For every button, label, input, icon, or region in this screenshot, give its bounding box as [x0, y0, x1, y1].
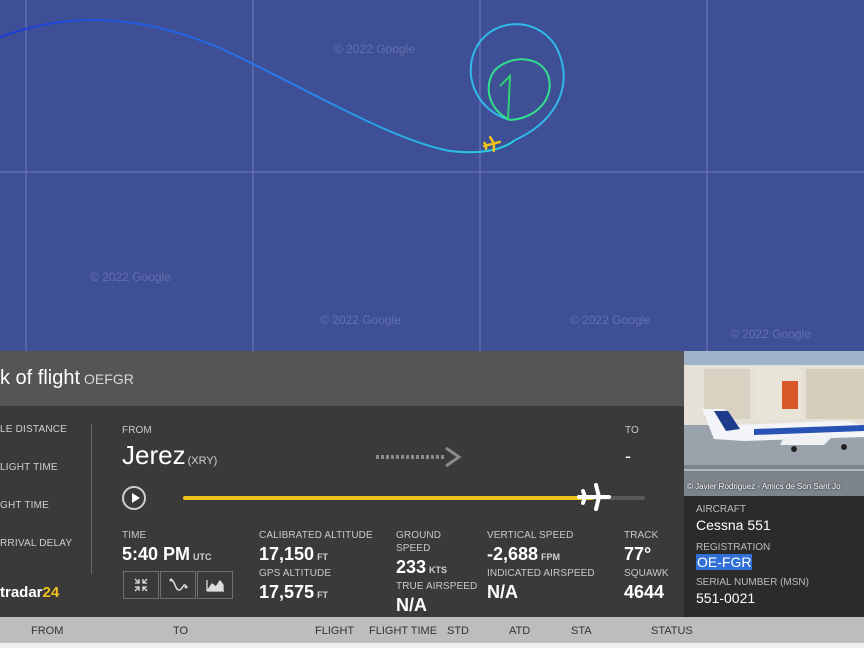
map-watermark: © 2022 Google [320, 313, 401, 327]
time-value-text: 5:40 PM [122, 544, 191, 564]
ground-speed-label: GROUND [396, 530, 442, 541]
vertical-speed-value: -2,688 FPM [487, 544, 560, 565]
left-label-flight-time: LIGHT TIME [0, 462, 58, 473]
to-city[interactable]: - [625, 446, 631, 467]
map-canvas [0, 0, 864, 351]
ground-speed-unit: KTS [429, 565, 448, 575]
column-header-atd[interactable]: ATD [509, 625, 530, 637]
flight-track-loop-inner [487, 58, 551, 121]
route-arrow-icon [376, 446, 462, 468]
map-watermark: © 2022 Google [334, 42, 415, 56]
panel-title: k of flight OEFGR [0, 367, 134, 390]
ground-speed-label-2: SPEED [396, 543, 431, 554]
flightradar-logo: tradar24 [0, 584, 59, 601]
time-unit: UTC [193, 552, 212, 562]
route-button[interactable] [160, 571, 196, 599]
column-header-flight-time[interactable]: FLIGHT TIME [369, 625, 437, 637]
squawk-label: SQUAWK [624, 568, 669, 579]
map-view[interactable]: © 2022 Google © 2022 Google © 2022 Googl… [0, 0, 864, 351]
graph-button[interactable] [197, 571, 233, 599]
from-code: (XRY) [187, 455, 218, 467]
column-header-flight[interactable]: FLIGHT [315, 625, 354, 637]
calibrated-altitude-number: 17,150 [259, 544, 315, 564]
aircraft-value: Cessna 551 [696, 517, 771, 533]
track-value: 77° [624, 544, 652, 564]
registration-value[interactable]: OE-FGR [696, 554, 753, 570]
column-header-std[interactable]: STD [447, 625, 469, 637]
map-watermark: © 2022 Google [90, 270, 171, 284]
progress-fill [183, 496, 595, 500]
table-body-strip [0, 643, 864, 648]
true-airspeed-value: N/A [396, 595, 427, 615]
photo-credit[interactable]: © Javier Rodriguez - Amics de Son Sant J… [687, 482, 841, 491]
logo-text: tradar [0, 584, 43, 601]
indicated-airspeed-value: N/A [487, 582, 518, 602]
column-header-status[interactable]: STATUS [651, 625, 693, 637]
calibrated-altitude-label: CALIBRATED ALTITUDE [259, 530, 373, 541]
gps-altitude-label: GPS ALTITUDE [259, 568, 332, 579]
vertical-speed-unit: FPM [541, 552, 561, 562]
center-view-button[interactable] [123, 571, 159, 599]
center-icon [134, 578, 148, 592]
aircraft-photo-image [684, 351, 864, 496]
gps-altitude-number: 17,575 [259, 582, 315, 602]
calibrated-altitude-unit: FT [317, 552, 329, 562]
logo-accent: 24 [42, 584, 60, 601]
ground-speed-value: 233 KTS [396, 557, 447, 578]
track-label: TRACK [624, 530, 659, 541]
panel-divider [91, 424, 92, 574]
from-city[interactable]: Jerez (XRY) [122, 440, 217, 471]
left-label-arrival-delay: RRIVAL DELAY [0, 538, 73, 549]
map-watermark: © 2022 Google [570, 313, 651, 327]
from-label: FROM [122, 425, 152, 436]
flight-track [0, 19, 516, 154]
indicated-airspeed-label: INDICATED AIRSPEED [487, 568, 595, 579]
squawk-value: 4644 [624, 582, 665, 602]
column-header-from[interactable]: FROM [31, 625, 63, 637]
map-grid [0, 0, 864, 351]
serial-number-label: SERIAL NUMBER (MSN) [696, 577, 809, 588]
left-label-distance: LE DISTANCE [0, 424, 68, 435]
gps-altitude-unit: FT [317, 590, 329, 600]
left-label-flight-time-2: GHT TIME [0, 500, 50, 511]
time-value: 5:40 PM UTC [122, 544, 212, 565]
flight-track-digit [499, 73, 512, 121]
panel-title-bar: k of flight OEFGR [0, 351, 684, 406]
route-icon [169, 578, 188, 591]
column-header-sta[interactable]: STA [571, 625, 592, 637]
play-button[interactable] [122, 486, 146, 510]
to-label: TO [625, 425, 639, 436]
map-watermark: © 2022 Google [730, 327, 811, 341]
progress-track[interactable] [183, 496, 645, 500]
progress-plane-icon[interactable] [577, 482, 612, 512]
flight-info-panel: k of flight OEFGR LE DISTANCE LIGHT TIME … [0, 351, 684, 617]
column-header-to[interactable]: TO [173, 625, 188, 637]
aircraft-photo[interactable]: © Javier Rodriguez - Amics de Son Sant J… [684, 351, 864, 496]
aircraft-label: AIRCRAFT [696, 504, 746, 515]
from-city-name: Jerez [122, 440, 186, 470]
gps-altitude-value: 17,575 FT [259, 582, 328, 603]
calibrated-altitude-value: 17,150 FT [259, 544, 328, 565]
vertical-speed-label: VERTICAL SPEED [487, 530, 574, 541]
registration-text: OE-FGR [696, 554, 753, 570]
graph-icon [206, 579, 224, 592]
panel-title-registration: OEFGR [84, 371, 134, 387]
aircraft-side-panel: © Javier Rodriguez - Amics de Son Sant J… [684, 351, 864, 617]
serial-number-value: 551-0021 [696, 590, 756, 606]
panel-title-text: k of flight [0, 367, 81, 389]
registration-label: REGISTRATION [696, 542, 771, 553]
flight-history-table-header: FROM TO FLIGHT FLIGHT TIME STD ATD STA S… [0, 617, 864, 643]
true-airspeed-label: TRUE AIRSPEED [396, 581, 478, 592]
time-label: TIME [122, 530, 147, 541]
vertical-speed-number: -2,688 [487, 544, 539, 564]
ground-speed-number: 233 [396, 557, 427, 577]
